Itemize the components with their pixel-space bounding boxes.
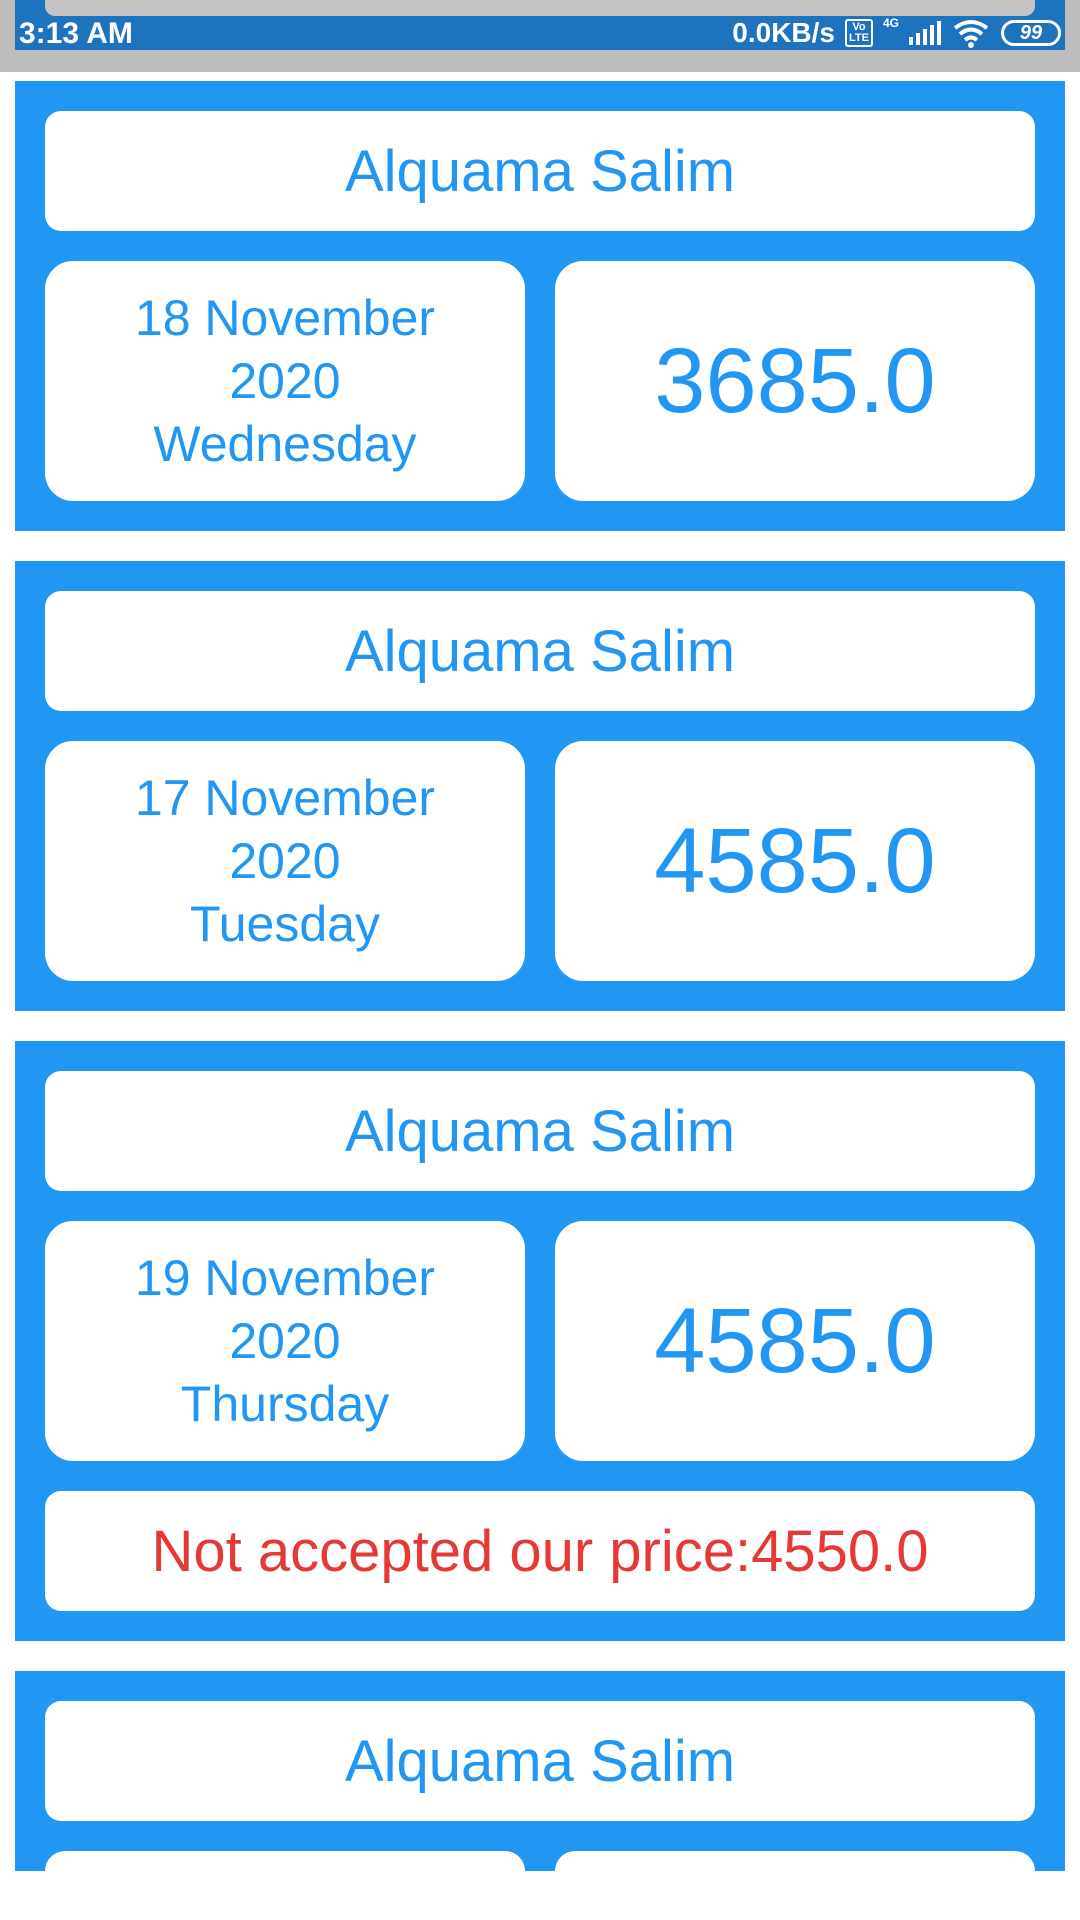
entry-details-row: 18 November 2020 Wednesday 3685.0 (45, 261, 1035, 501)
status-bar: 3:13 AM 0.0KB/s Vo LTE 4G 99 (15, 0, 1065, 50)
status-bar-frame: 3:13 AM 0.0KB/s Vo LTE 4G 99 (0, 0, 1080, 72)
date-weekday: Tuesday (190, 895, 380, 952)
entries-list[interactable]: Alquama Salim 18 November 2020 Wednesday… (15, 81, 1065, 1901)
entry-name: Alquama Salim (45, 1071, 1035, 1191)
date-year: 2020 (229, 832, 341, 889)
entry-amount (555, 1851, 1035, 1871)
date-weekday: Thursday (180, 1375, 390, 1432)
signal-icon (909, 21, 941, 45)
entry-date: 19 November 2020 Thursday (45, 1221, 525, 1461)
network-type: 4G (882, 16, 899, 30)
entry-amount: 4585.0 (555, 1221, 1035, 1461)
entry-amount: 3685.0 (555, 261, 1035, 501)
date-year: 2020 (229, 1312, 341, 1369)
entry-card[interactable]: Alquama Salim 19 November 2020 Thursday … (15, 1041, 1065, 1641)
entry-card[interactable]: Alquama Salim (15, 1671, 1065, 1871)
price-rejection-note: Not accepted our price:4550.0 (45, 1491, 1035, 1611)
date-day-month: 19 November (134, 1249, 436, 1306)
entry-details-row: 19 November 2020 Thursday 4585.0 (45, 1221, 1035, 1461)
entry-name: Alquama Salim (45, 111, 1035, 231)
entry-name: Alquama Salim (45, 591, 1035, 711)
net-speed: 0.0KB/s (732, 17, 835, 48)
status-bar-notch (45, 0, 1035, 16)
date-weekday: Wednesday (153, 415, 417, 472)
entry-date (45, 1851, 525, 1871)
date-day-month: 17 November (134, 769, 436, 826)
date-year: 2020 (229, 352, 341, 409)
entry-name: Alquama Salim (45, 1701, 1035, 1821)
entry-card[interactable]: Alquama Salim 17 November 2020 Tuesday 4… (15, 561, 1065, 1011)
entry-details-row (45, 1851, 1035, 1871)
battery-icon: 99 (1001, 20, 1061, 46)
volte-icon: Vo LTE (844, 19, 873, 47)
status-time: 3:13 AM (19, 17, 133, 50)
entry-amount: 4585.0 (555, 741, 1035, 981)
entry-card[interactable]: Alquama Salim 18 November 2020 Wednesday… (15, 81, 1065, 531)
entry-details-row: 17 November 2020 Tuesday 4585.0 (45, 741, 1035, 981)
wifi-icon (953, 20, 989, 48)
entry-date: 18 November 2020 Wednesday (45, 261, 525, 501)
date-day-month: 18 November (134, 289, 436, 346)
entry-date: 17 November 2020 Tuesday (45, 741, 525, 981)
status-icons: 0.0KB/s Vo LTE 4G 99 (732, 16, 1061, 50)
